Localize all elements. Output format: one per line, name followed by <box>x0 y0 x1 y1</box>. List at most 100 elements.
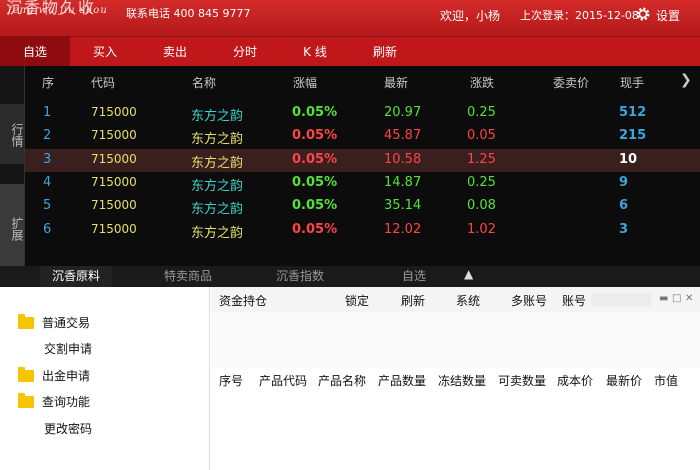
quote-row[interactable]: 3 715000 东方之韵 0.05% 10.58 1.25 10 <box>25 148 700 172</box>
menu-normal-trade[interactable]: 普通交易 <box>18 313 90 331</box>
row-current-hand: 215 <box>619 128 647 144</box>
settings-button[interactable]: 设置 <box>634 5 680 26</box>
row-change: 0.08 <box>467 198 496 214</box>
main-nav: 自选 买入 卖出 分时 K 线 刷新 <box>0 36 700 66</box>
quote-row[interactable]: 1 715000 东方之韵 0.05% 20.97 0.25 512 <box>25 102 700 125</box>
row-latest-price: 20.97 <box>384 105 422 120</box>
col-header-name[interactable]: 名称 <box>192 74 216 91</box>
tab-agarwood-material[interactable]: 沉香原料 <box>40 266 113 287</box>
close-icon[interactable]: ✕ <box>685 293 693 304</box>
row-index: 1 <box>43 105 52 120</box>
quote-row[interactable]: 5 715000 东方之韵 0.05% 35.14 0.08 6 <box>25 195 700 218</box>
row-name: 东方之韵 <box>191 202 244 218</box>
col-latest-price[interactable]: 最新价 <box>606 372 642 389</box>
gear-icon <box>634 5 652 26</box>
quote-panel: 行情 扩展 序 代码 名称 涨幅 最新 涨跌 委卖价 现手 ❯ 1 715000 东… <box>0 66 700 266</box>
col-seq[interactable]: 序号 <box>219 372 243 389</box>
row-name: 东方之韵 <box>191 155 244 171</box>
col-product-name[interactable]: 产品名称 <box>318 372 366 389</box>
row-code: 715000 <box>91 174 137 189</box>
side-tab-bar: 行情 扩展 <box>0 66 25 266</box>
col-market-value[interactable]: 市值 <box>654 372 678 389</box>
collapse-up-icon[interactable]: ▲ <box>464 267 473 281</box>
row-code: 715000 <box>91 105 137 119</box>
col-product-qty[interactable]: 产品数量 <box>378 372 426 389</box>
row-name: 东方之韵 <box>191 109 244 124</box>
maximize-icon[interactable]: □ <box>672 293 681 304</box>
toolbar-system[interactable]: 系统 <box>456 292 480 309</box>
logo-subtitle: feng wu jiu shou <box>8 5 108 16</box>
trade-panel: 普通交易 交割申请 出金申请 查询功能 更改密码 资金持仓 锁定 刷新 系统 多… <box>0 287 700 470</box>
col-header-current-hand[interactable]: 现手 <box>620 74 644 91</box>
folder-icon <box>18 366 34 382</box>
market-tab-bar: 沉香原料 特卖商品 沉香指数 自选 ▲ <box>0 266 700 287</box>
toolbar-funds-positions[interactable]: 资金持仓 <box>219 292 267 309</box>
col-header-latest[interactable]: 最新 <box>384 74 408 91</box>
row-code: 715000 <box>91 221 137 236</box>
menu-withdraw-request[interactable]: 出金申请 <box>18 366 91 384</box>
nav-watchlist[interactable]: 自选 <box>0 37 70 66</box>
scroll-right-icon[interactable]: ❯ <box>680 72 692 88</box>
holdings-summary-area <box>211 312 700 368</box>
row-current-hand: 6 <box>619 198 629 214</box>
menu-delivery-request[interactable]: 交割申请 <box>44 340 92 357</box>
holdings-panel: 资金持仓 锁定 刷新 系统 多账号 账号 ▬ □ ✕ 序号 产品代码 产品名称 … <box>211 287 700 470</box>
row-change: 0.25 <box>467 105 496 120</box>
nav-sell[interactable]: 卖出 <box>140 37 210 66</box>
col-header-ask-price[interactable]: 委卖价 <box>553 74 589 91</box>
col-header-change-pct[interactable]: 涨幅 <box>293 74 317 91</box>
row-code: 715000 <box>91 151 137 166</box>
toolbar-account-label: 账号 <box>562 294 587 308</box>
row-change-pct: 0.05% <box>292 174 338 190</box>
menu-query[interactable]: 查询功能 <box>18 392 90 410</box>
row-change-pct: 0.05% <box>292 221 338 237</box>
quote-row[interactable]: 2 715000 东方之韵 0.05% 45.87 0.05 215 <box>25 125 700 148</box>
row-change: 1.25 <box>467 151 496 167</box>
toolbar-refresh[interactable]: 刷新 <box>401 292 425 309</box>
hotline-text: 联系电话 400 845 9777 <box>126 7 251 20</box>
row-name: 东方之韵 <box>191 132 244 148</box>
col-sellable-qty[interactable]: 可卖数量 <box>498 372 546 389</box>
row-change-pct: 0.05% <box>292 151 338 167</box>
holdings-toolbar: 资金持仓 锁定 刷新 系统 多账号 账号 ▬ □ ✕ <box>211 287 700 312</box>
settings-label: 设置 <box>656 9 681 23</box>
col-product-code[interactable]: 产品代码 <box>259 372 307 389</box>
row-change-pct: 0.05% <box>292 198 338 214</box>
col-header-change[interactable]: 涨跌 <box>470 74 494 91</box>
row-code: 715000 <box>91 198 137 213</box>
row-current-hand: 9 <box>619 174 629 190</box>
col-frozen-qty[interactable]: 冻结数量 <box>438 372 486 389</box>
nav-refresh[interactable]: 刷新 <box>350 37 420 66</box>
menu-label: 出金申请 <box>42 369 91 383</box>
row-change: 0.05 <box>467 128 496 144</box>
nav-timeshare[interactable]: 分时 <box>210 37 280 66</box>
side-tab-expand[interactable]: 扩展 <box>0 184 25 266</box>
row-name: 东方之韵 <box>191 178 244 194</box>
col-header-index[interactable]: 序 <box>42 74 54 91</box>
folder-icon <box>18 313 34 329</box>
nav-kline[interactable]: K 线 <box>280 37 350 66</box>
row-change: 1.02 <box>467 221 496 237</box>
nav-buy[interactable]: 买入 <box>70 37 140 66</box>
row-current-hand: 512 <box>619 105 647 120</box>
quote-row[interactable]: 4 715000 东方之韵 0.05% 14.87 0.25 9 <box>25 172 700 195</box>
row-change-pct: 0.05% <box>292 105 338 120</box>
col-header-code[interactable]: 代码 <box>91 74 115 91</box>
menu-change-password[interactable]: 更改密码 <box>44 420 92 437</box>
toolbar-multi-account[interactable]: 多账号 <box>511 292 547 309</box>
account-select[interactable] <box>591 293 651 306</box>
tab-favorites[interactable]: 自选 <box>402 266 426 287</box>
tab-agarwood-index[interactable]: 沉香指数 <box>276 266 324 287</box>
col-cost-price[interactable]: 成本价 <box>557 372 593 389</box>
quote-row[interactable]: 6 715000 东方之韵 0.05% 12.02 1.02 3 <box>25 219 700 242</box>
minimize-icon[interactable]: ▬ <box>659 293 668 304</box>
toolbar-lock[interactable]: 锁定 <box>345 292 369 309</box>
row-change-pct: 0.05% <box>292 128 338 144</box>
welcome-text: 欢迎，小杨 <box>440 9 501 23</box>
tab-special-goods[interactable]: 特卖商品 <box>164 266 212 287</box>
row-current-hand: 10 <box>619 151 638 167</box>
side-tab-quotes[interactable]: 行情 <box>0 104 25 164</box>
row-index: 4 <box>43 174 52 190</box>
row-index: 5 <box>43 198 52 214</box>
row-latest-price: 10.58 <box>384 151 422 167</box>
